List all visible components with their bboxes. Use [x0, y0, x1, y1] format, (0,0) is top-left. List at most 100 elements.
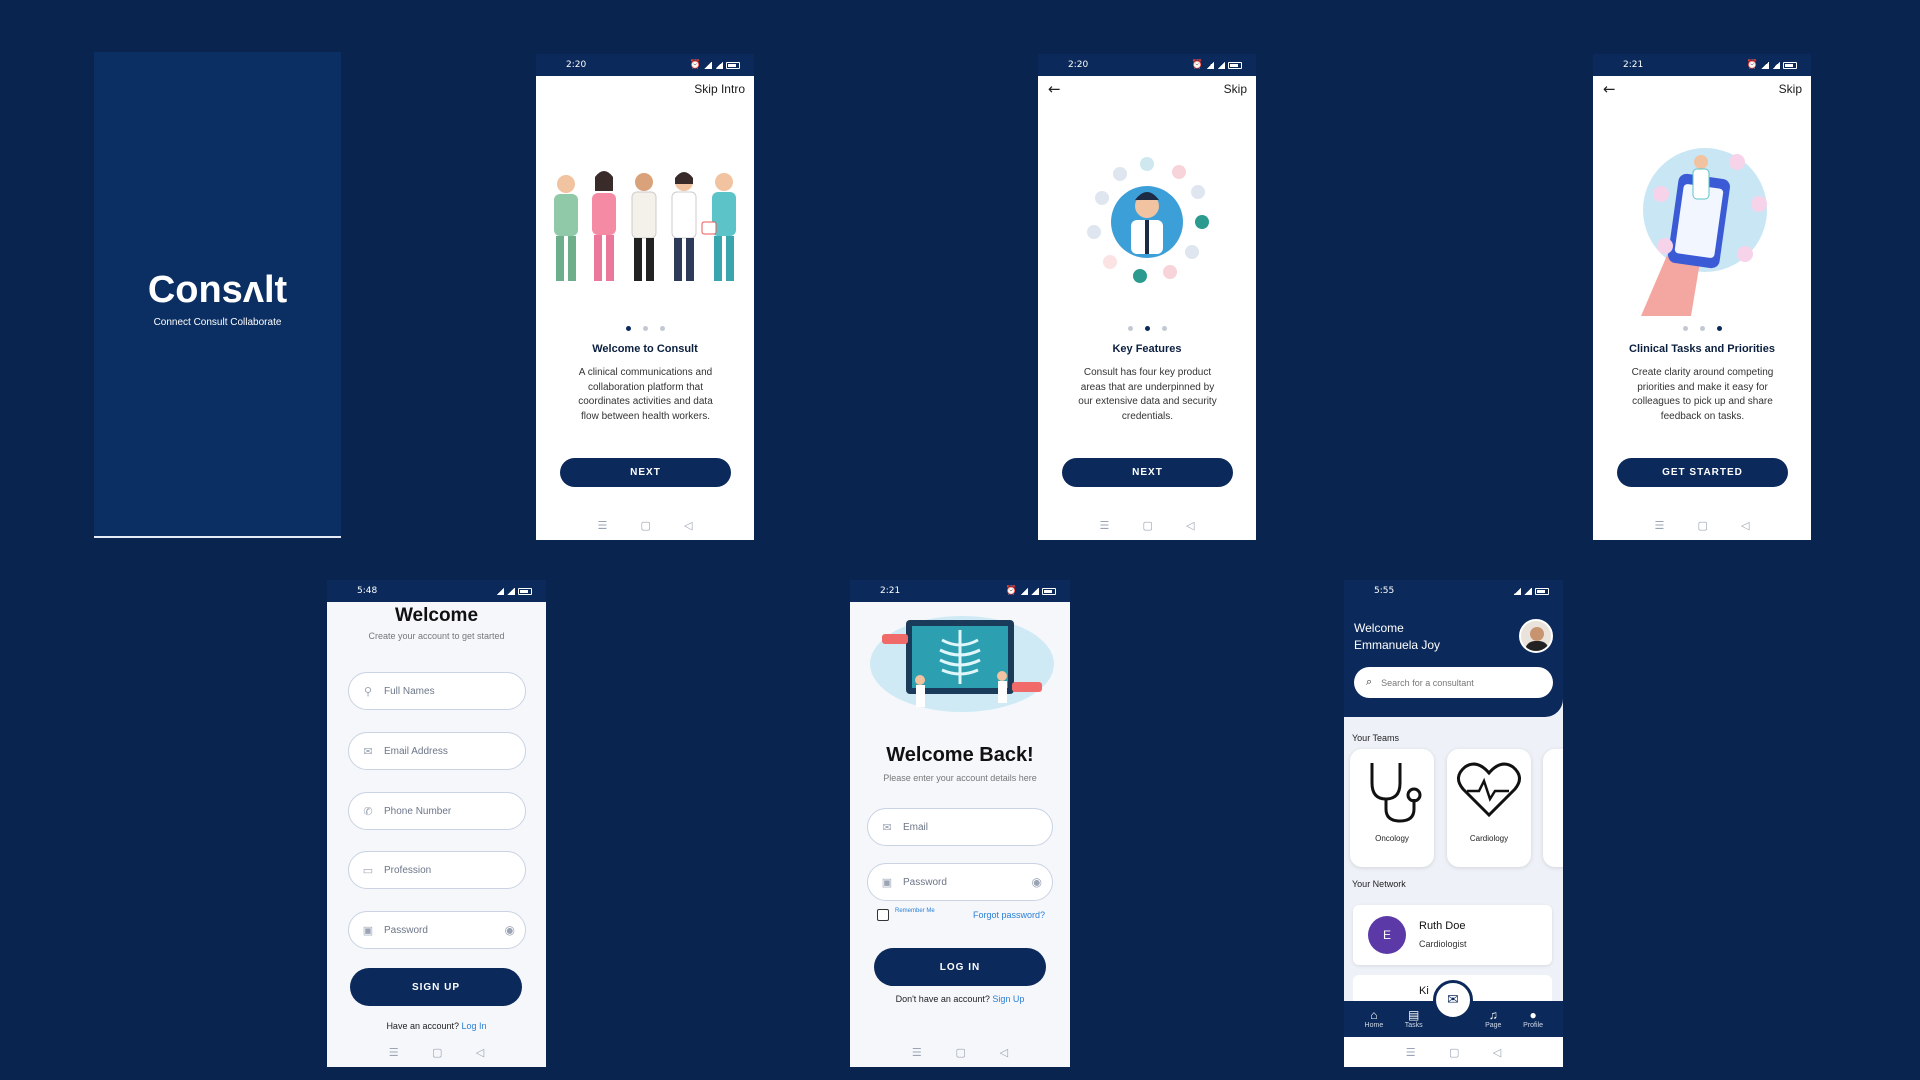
page-indicator [1038, 326, 1256, 331]
status-bar: 5:55 [1344, 580, 1563, 602]
email-address-input[interactable]: ✉ Email Address [348, 732, 526, 770]
back-nav-icon[interactable]: ◁ [1000, 1046, 1008, 1059]
menu-nav-icon[interactable]: ☰ [389, 1046, 399, 1059]
status-bar: 2:20 ⏰ [536, 54, 754, 76]
status-bar: 5:48 [327, 580, 546, 602]
login-link[interactable]: Log In [462, 1021, 487, 1031]
doctor-features-illustration [1087, 157, 1209, 283]
status-time: 2:20 [566, 60, 587, 70]
status-bar: 2:21 ⏰ [850, 580, 1070, 602]
home-nav-icon[interactable]: ▢ [1142, 519, 1152, 532]
home-nav-icon[interactable]: ▢ [640, 519, 650, 532]
remember-me-label: Remember Me [895, 908, 935, 914]
bell-icon: ♫ [1488, 1008, 1498, 1022]
status-icons: ⏰ [1192, 60, 1242, 70]
home-nav-icon[interactable]: ▢ [432, 1046, 442, 1059]
splash-screen: Consʌlt Connect Consult Collaborate [94, 52, 341, 538]
home-screen: 5:55 Welcome Emmanuela Joy ⌕ Search for … [1344, 580, 1563, 1067]
next-button[interactable]: NEXT [1062, 458, 1233, 487]
team-card-cardiology[interactable]: Cardiology [1447, 749, 1531, 867]
full-names-input[interactable]: ⚲ Full Names [348, 672, 526, 710]
login-title: Welcome Back! [886, 744, 1034, 766]
onboarding-description: A clinical communications and collaborat… [578, 367, 713, 422]
phone-number-input[interactable]: ✆ Phone Number [348, 792, 526, 830]
signup-screen: 5:48 Welcome Create your account to get … [327, 580, 546, 1067]
system-nav-bar: ☰ ▢ ◁ [850, 1037, 1070, 1067]
forgot-password-link[interactable]: Forgot password? [973, 910, 1045, 920]
contact-avatar: E [1368, 916, 1406, 954]
search-input[interactable]: ⌕ Search for a consultant [1354, 667, 1553, 698]
status-icons [1513, 587, 1549, 595]
password-input[interactable]: ▣ Password ◉ [348, 911, 526, 949]
eye-icon[interactable]: ◉ [1032, 875, 1042, 889]
back-arrow-icon[interactable]: ← [1603, 80, 1616, 98]
eye-icon[interactable]: ◉ [505, 923, 515, 937]
back-nav-icon[interactable]: ◁ [684, 519, 692, 532]
system-nav-bar: ☰ ▢ ◁ [1593, 510, 1811, 540]
network-heading: Your Network [1352, 879, 1406, 889]
back-nav-icon[interactable]: ◁ [1493, 1046, 1501, 1059]
heart-pulse-icon [1457, 762, 1521, 818]
password-input[interactable]: ▣ Password ◉ [867, 863, 1053, 901]
chat-icon: ✉ [1447, 992, 1459, 1008]
menu-nav-icon[interactable]: ☰ [1406, 1046, 1416, 1059]
status-icons: ⏰ [690, 60, 740, 70]
contact-name: Ruth Doe [1419, 920, 1466, 932]
signup-subtitle: Create your account to get started [368, 631, 505, 641]
remember-me-checkbox[interactable] [877, 909, 889, 921]
status-bar: 2:21 ⏰ [1593, 54, 1811, 76]
app-tagline: Connect Consult Collaborate [153, 317, 282, 328]
log-in-button[interactable]: LOG IN [874, 948, 1046, 986]
skip-button[interactable]: Skip [1779, 82, 1802, 96]
chat-fab[interactable]: ✉ [1433, 980, 1473, 1020]
skip-intro-button[interactable]: Skip Intro [694, 82, 745, 96]
home-nav-icon[interactable]: ▢ [1449, 1046, 1459, 1059]
sign-up-button[interactable]: SIGN UP [350, 968, 522, 1006]
home-nav-icon[interactable]: ▢ [1697, 519, 1707, 532]
skip-button[interactable]: Skip [1224, 82, 1247, 96]
teams-heading: Your Teams [1352, 733, 1400, 743]
team-card-oncology[interactable]: Oncology [1350, 749, 1434, 867]
home-icon: ⌂ [1370, 1008, 1378, 1022]
team-card-partial[interactable] [1543, 749, 1563, 867]
status-time: 2:20 [1068, 60, 1089, 70]
team-label: Cardiology [1469, 834, 1509, 843]
back-nav-icon[interactable]: ◁ [476, 1046, 484, 1059]
menu-nav-icon[interactable]: ☰ [1100, 519, 1110, 532]
onboarding-title: Key Features [1112, 343, 1182, 355]
tab-home[interactable]: ⌂ Home [1357, 1008, 1391, 1030]
profession-input[interactable]: ▭ Profession [348, 851, 526, 889]
status-time: 5:55 [1374, 586, 1395, 596]
login-subtitle: Please enter your account details here [883, 773, 1037, 783]
status-bar: 2:20 ⏰ [1038, 54, 1256, 76]
avatar[interactable] [1519, 619, 1553, 653]
get-started-button[interactable]: GET STARTED [1617, 458, 1788, 487]
tab-tasks[interactable]: ▤ Tasks [1397, 1008, 1431, 1030]
email-input[interactable]: ✉ Email [867, 808, 1053, 846]
tab-profile[interactable]: ● Profile [1516, 1008, 1550, 1030]
tab-page[interactable]: ♫ Page [1476, 1008, 1510, 1030]
contact-card[interactable]: E Ruth Doe Cardiologist [1353, 905, 1552, 965]
onboarding-screen-3: 2:21 ⏰ ← Skip Clinical Tasks and Priorit… [1593, 54, 1811, 540]
back-nav-icon[interactable]: ◁ [1186, 519, 1194, 532]
back-nav-icon[interactable]: ◁ [1741, 519, 1749, 532]
document-icon: ▤ [1408, 1008, 1420, 1022]
page-indicator [536, 326, 754, 331]
search-icon: ⌕ [1366, 676, 1373, 688]
menu-nav-icon[interactable]: ☰ [1655, 519, 1665, 532]
back-arrow-icon[interactable]: ← [1048, 80, 1061, 98]
app-logo: Consʌlt [147, 269, 288, 311]
login-screen: 2:21 ⏰ Welcome Back! Please enter your a… [850, 580, 1070, 1067]
page-indicator [1593, 326, 1811, 331]
signup-link[interactable]: Sign Up [992, 994, 1024, 1004]
system-nav-bar: ☰ ▢ ◁ [536, 510, 754, 540]
healthcare-team-illustration [554, 171, 736, 281]
mail-icon: ✉ [363, 745, 373, 758]
account-icon: ● [1529, 1008, 1537, 1022]
onboarding-screen-2: 2:20 ⏰ ← Skip Key Features Consult has f… [1038, 54, 1256, 540]
menu-nav-icon[interactable]: ☰ [598, 519, 608, 532]
menu-nav-icon[interactable]: ☰ [912, 1046, 922, 1059]
home-nav-icon[interactable]: ▢ [956, 1046, 966, 1059]
next-button[interactable]: NEXT [560, 458, 731, 487]
phone-icon: ✆ [363, 805, 373, 818]
